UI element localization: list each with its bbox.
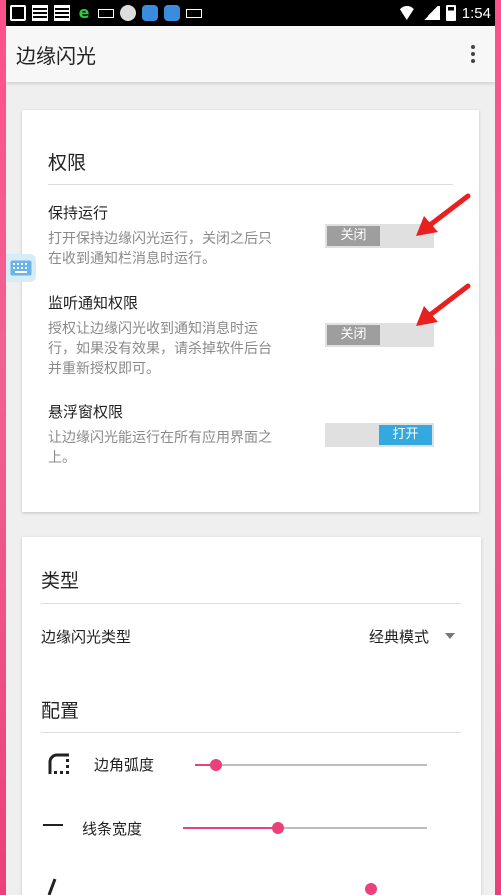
keyboard-icon-2 <box>186 8 202 18</box>
partial-row-icon <box>47 878 57 895</box>
app-blue-icon <box>142 5 158 21</box>
edge-type-dropdown[interactable]: 经典模式 <box>369 626 429 647</box>
overlay-permission-title: 悬浮窗权限 <box>48 403 124 421</box>
keyboard-icon <box>10 260 32 276</box>
wifi-icon <box>397 6 416 20</box>
toggle-knob: 打开 <box>379 425 432 445</box>
permissions-title: 权限 <box>48 152 87 174</box>
notification-square-icon <box>10 5 26 21</box>
battery-icon <box>445 5 456 21</box>
app-bar: 边缘闪光 <box>6 26 495 82</box>
notification-access-summary-line: 行，如果没有效果，请杀掉软件后台 <box>48 341 272 357</box>
notification-access-summary-line: 授权让边缘闪光收到通知消息时运 <box>48 321 258 337</box>
keep-running-summary: 打开保持边缘闪光运行，关闭之后只 在收到通知栏消息时运行。 <box>48 229 313 269</box>
type-title: 类型 <box>41 570 80 592</box>
app-circle-icon <box>120 5 136 21</box>
overlay-permission-summary: 让边缘闪光能运行在所有应用界面之 上。 <box>48 428 318 468</box>
chevron-down-icon[interactable] <box>445 633 455 639</box>
slider-fill <box>183 827 279 829</box>
app-blue-icon-2 <box>164 5 180 21</box>
status-bar-notifications: e <box>10 5 202 21</box>
toggle-knob: 关闭 <box>327 226 380 246</box>
permissions-divider <box>48 184 453 185</box>
red-arrow-icon <box>416 193 471 236</box>
red-arrow-icon <box>416 283 471 326</box>
status-bar: e 1:54 <box>6 0 495 26</box>
browser-e-icon: e <box>78 3 90 22</box>
edge-type-label: 边缘闪光类型 <box>41 628 132 646</box>
keyboard-icon <box>98 8 114 18</box>
phone-screen: e 1:54 边缘闪光 权限 保持运行 打开保持边缘闪光运行，关闭之后只 在收到… <box>6 0 495 895</box>
overlay-permission-summary-line: 上。 <box>48 450 76 466</box>
line-width-icon <box>43 824 63 826</box>
notification-access-summary: 授权让边缘闪光收到通知消息时运 行，如果没有效果，请杀掉软件后台 并重新授权即可… <box>48 319 318 379</box>
config-divider <box>41 732 461 733</box>
keep-running-title: 保持运行 <box>48 204 109 222</box>
toggle-knob: 关闭 <box>327 325 380 345</box>
notification-access-title: 监听通知权限 <box>48 294 139 312</box>
overlay-permission-toggle[interactable]: 打开 <box>325 423 434 447</box>
line-width-slider[interactable] <box>183 822 427 834</box>
partial-slider-thumb[interactable] <box>365 883 377 895</box>
notification-list-icon <box>32 5 48 21</box>
floating-keyboard-button[interactable] <box>6 254 36 282</box>
keep-running-summary-line: 打开保持边缘闪光运行，关闭之后只 <box>48 231 272 247</box>
slider-thumb[interactable] <box>209 759 222 771</box>
corner-radius-label: 边角弧度 <box>94 756 155 774</box>
type-config-card: 类型 边缘闪光类型 经典模式 配置 边角弧度 线条宽度 <box>22 537 481 895</box>
notification-doc-icon <box>54 5 70 21</box>
keep-running-summary-line: 在收到通知栏消息时运行。 <box>48 251 216 267</box>
slider-thumb[interactable] <box>272 822 285 834</box>
notification-access-summary-line: 并重新授权即可。 <box>48 361 160 377</box>
status-time: 1:54 <box>461 4 491 22</box>
status-bar-system: 1:54 <box>397 4 491 22</box>
overlay-permission-summary-line: 让边缘闪光能运行在所有应用界面之 <box>48 430 272 446</box>
rounded-corner-icon <box>48 753 69 774</box>
config-title: 配置 <box>41 700 80 722</box>
signal-icon <box>421 6 440 20</box>
app-title: 边缘闪光 <box>16 43 96 68</box>
type-divider <box>41 603 461 604</box>
corner-radius-slider[interactable] <box>195 759 427 771</box>
more-vert-icon[interactable] <box>463 42 483 66</box>
permissions-card: 权限 保持运行 打开保持边缘闪光运行，关闭之后只 在收到通知栏消息时运行。 关闭… <box>22 110 479 512</box>
line-width-label: 线条宽度 <box>82 820 143 838</box>
